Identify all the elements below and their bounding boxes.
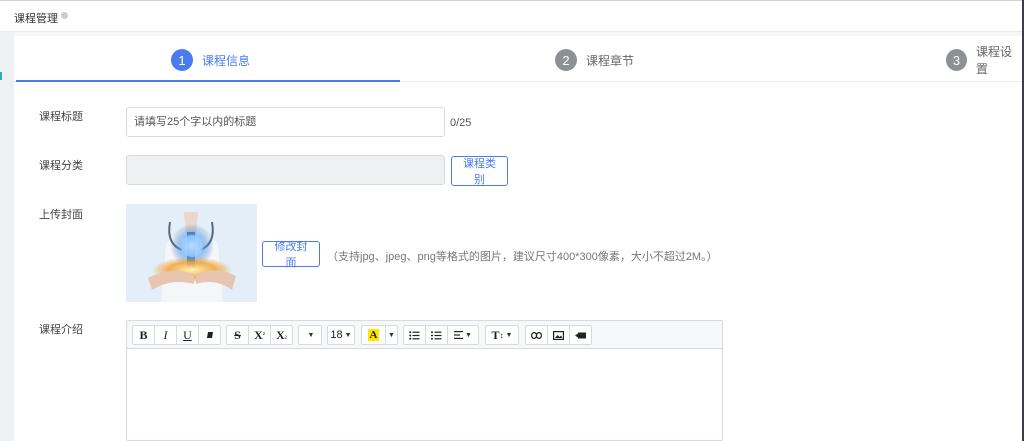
step-course-chapters[interactable]: 2 课程章节: [555, 48, 634, 72]
step-bar: 1 课程信息 2 课程章节 3 课程设置: [14, 36, 1022, 82]
bullet-list-icon[interactable]: [403, 325, 426, 345]
cover-hint: （支持jpg、jpeg、png等格式的图片，建议尺寸400*300像素，大小不超…: [327, 251, 718, 263]
video-icon[interactable]: [569, 325, 592, 345]
subscript-mark: ₂: [284, 331, 287, 339]
dropdown-caret-icon: ▼: [307, 331, 315, 339]
editor-toolbar: B I U S X² X₂ ▼ 18 ▼ A ▼ ▼ T ↕ ▼: [127, 321, 722, 349]
cover-image-doctor: [126, 204, 257, 302]
align-icon[interactable]: ▼: [447, 325, 479, 345]
subscript-button[interactable]: X₂: [270, 325, 293, 345]
font-color-button[interactable]: A: [361, 325, 386, 345]
dropdown-caret-icon: ▼: [465, 331, 472, 339]
left-gutter: [0, 32, 14, 441]
subscript-letter: X: [276, 327, 285, 342]
step-number: 1: [171, 49, 193, 71]
font-family-dropdown[interactable]: ▼: [298, 325, 322, 345]
superscript-mark: ²: [262, 331, 265, 339]
title-char-count: 0/25: [450, 117, 472, 129]
left-accent-marker: [0, 72, 2, 80]
step-label: 课程章节: [586, 53, 635, 68]
cover-label: 上传封面: [39, 209, 83, 221]
title-style-letter: T: [491, 327, 500, 342]
strikethrough-button[interactable]: S: [226, 325, 249, 345]
category-field: [126, 155, 445, 185]
editor-content-area[interactable]: [127, 349, 722, 440]
superscript-button[interactable]: X²: [248, 325, 271, 345]
dropdown-caret-icon: ▼: [344, 331, 352, 339]
intro-label: 课程介绍: [39, 324, 83, 336]
font-color-letter: A: [367, 329, 380, 341]
category-button[interactable]: 课程类别: [451, 156, 508, 186]
course-info-panel: 1 课程信息 2 课程章节 3 课程设置 课程标题 0/25 课程分类 课程类别…: [14, 36, 1022, 441]
change-cover-button[interactable]: 修改封面: [262, 241, 320, 269]
font-color-dropdown[interactable]: ▼: [385, 325, 398, 345]
dropdown-caret-icon: ▼: [388, 331, 395, 339]
step-number: 2: [555, 49, 577, 71]
title-label: 课程标题: [39, 111, 83, 123]
image-icon[interactable]: [547, 325, 570, 345]
course-title-input[interactable]: [126, 107, 445, 137]
eraser-icon[interactable]: [198, 325, 221, 345]
underline-button[interactable]: U: [176, 325, 199, 345]
text-size-arrows-icon: ↕: [499, 330, 504, 340]
rich-text-editor: B I U S X² X₂ ▼ 18 ▼ A ▼ ▼ T ↕ ▼: [126, 320, 723, 441]
category-label: 课程分类: [39, 160, 83, 172]
step-number: 3: [946, 49, 968, 71]
superscript-letter: X: [254, 327, 263, 342]
font-size-value: 18: [330, 329, 343, 341]
step-course-settings[interactable]: 3 课程设置: [946, 45, 1022, 76]
font-size-dropdown[interactable]: 18 ▼: [327, 325, 355, 345]
tab-title[interactable]: 课程管理: [14, 10, 58, 26]
italic-button[interactable]: I: [154, 325, 177, 345]
active-step-underline: [16, 80, 400, 82]
step-label: 课程信息: [202, 53, 251, 68]
top-tab-bar: 课程管理: [0, 0, 1024, 32]
dropdown-caret-icon: ▼: [505, 331, 513, 339]
title-style-dropdown[interactable]: T ↕ ▼: [485, 325, 519, 345]
bold-button[interactable]: B: [132, 325, 155, 345]
step-label: 课程设置: [976, 45, 1013, 76]
link-icon[interactable]: [525, 325, 548, 345]
tab-close-dot-icon[interactable]: [61, 12, 68, 19]
step-course-info[interactable]: 1 课程信息: [171, 48, 250, 72]
numbered-list-icon[interactable]: [425, 325, 448, 345]
